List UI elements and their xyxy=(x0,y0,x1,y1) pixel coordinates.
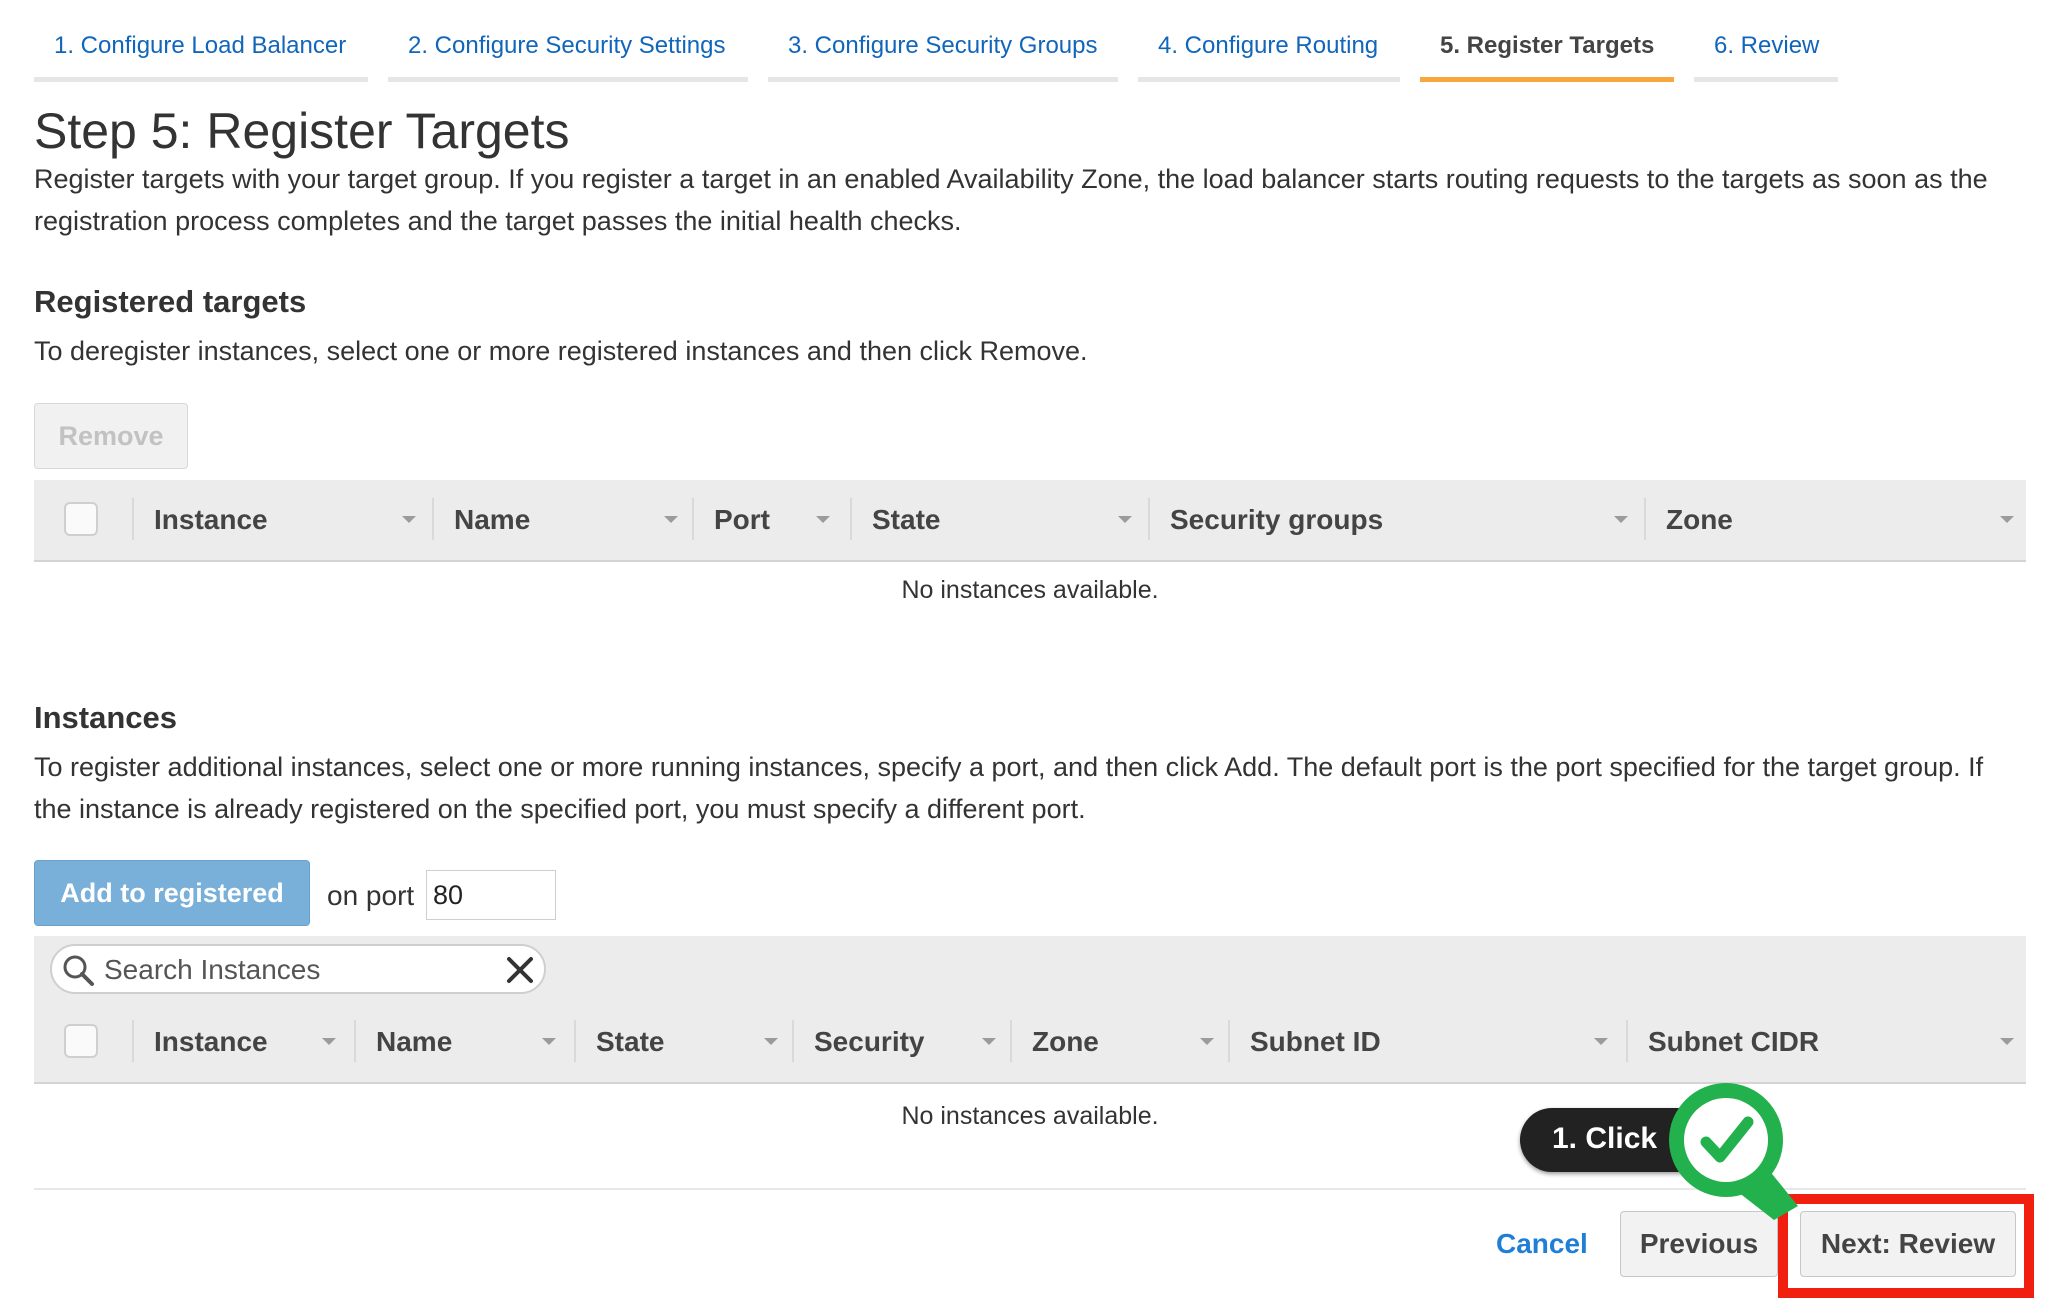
column-header-zone[interactable]: Zone xyxy=(1010,1002,1228,1084)
column-label: Zone xyxy=(1032,1026,1099,1057)
callout-label: 1. Click xyxy=(1552,1122,1658,1155)
tab-label: 4. Configure Routing xyxy=(1158,32,1379,59)
tab-label: 5. Register Targets xyxy=(1440,32,1655,59)
sort-caret-icon xyxy=(664,516,678,523)
column-label: Security xyxy=(814,1026,925,1057)
instances-table-header: Instance Name State Security Zone Subnet… xyxy=(34,1002,2026,1084)
tab-configure-security-groups[interactable]: 3. Configure Security Groups xyxy=(768,0,1118,82)
column-label: Subnet ID xyxy=(1250,1026,1381,1057)
tab-configure-security-settings[interactable]: 2. Configure Security Settings xyxy=(388,0,748,82)
sort-caret-icon xyxy=(542,1038,556,1045)
search-bar xyxy=(34,936,2026,1002)
sort-caret-icon xyxy=(2000,1038,2014,1045)
sort-caret-icon xyxy=(1594,1038,1608,1045)
column-header-name[interactable]: Name xyxy=(354,1002,574,1084)
column-header-state[interactable]: State xyxy=(850,480,1148,562)
sort-caret-icon xyxy=(764,1038,778,1045)
column-label: Subnet CIDR xyxy=(1648,1026,1820,1057)
column-header-name[interactable]: Name xyxy=(432,480,692,562)
column-header-instance[interactable]: Instance xyxy=(132,480,432,562)
column-header-security-groups[interactable]: Security groups xyxy=(1148,480,1644,562)
column-header-state[interactable]: State xyxy=(574,1002,792,1084)
column-label: State xyxy=(596,1026,665,1057)
column-label: Port xyxy=(714,504,770,535)
registered-targets-heading: Registered targets xyxy=(34,284,307,319)
column-header-port[interactable]: Port xyxy=(692,480,850,562)
page-title: Step 5: Register Targets xyxy=(34,103,570,159)
select-all-instances-checkbox[interactable] xyxy=(64,1024,98,1058)
column-label: State xyxy=(872,504,941,535)
sort-caret-icon xyxy=(1200,1038,1214,1045)
column-header-subnet-id[interactable]: Subnet ID xyxy=(1228,1002,1626,1084)
tab-label: 6. Review xyxy=(1714,32,1820,59)
tab-review[interactable]: 6. Review xyxy=(1694,0,1838,82)
page-description: Register targets with your target group.… xyxy=(34,164,1988,236)
search-input[interactable] xyxy=(102,952,486,988)
column-label: Instance xyxy=(154,1026,268,1057)
cancel-link[interactable]: Cancel xyxy=(1496,1228,1588,1260)
registered-empty-message: No instances available. xyxy=(901,576,1159,604)
tab-configure-load-balancer[interactable]: 1. Configure Load Balancer xyxy=(34,0,368,82)
tab-label: 2. Configure Security Settings xyxy=(408,32,726,59)
tab-label: 1. Configure Load Balancer xyxy=(54,32,347,59)
port-input[interactable] xyxy=(426,870,556,920)
sort-caret-icon xyxy=(982,1038,996,1045)
column-header-zone[interactable]: Zone xyxy=(1644,480,2026,562)
column-label: Name xyxy=(454,504,531,535)
tab-configure-routing[interactable]: 4. Configure Routing xyxy=(1138,0,1400,82)
on-port-label: on port xyxy=(327,880,415,911)
select-all-registered-checkbox[interactable] xyxy=(64,502,98,536)
tab-register-targets[interactable]: 5. Register Targets xyxy=(1420,0,1674,82)
sort-caret-icon xyxy=(1118,516,1132,523)
search-icon xyxy=(63,955,94,986)
sort-caret-icon xyxy=(402,516,416,523)
search-box[interactable] xyxy=(50,944,546,994)
column-label: Name xyxy=(376,1026,453,1057)
highlight-box xyxy=(1778,1194,2034,1298)
instances-heading: Instances xyxy=(34,700,178,735)
registered-targets-description: To deregister instances, select one or m… xyxy=(34,336,1088,366)
column-label: Security groups xyxy=(1170,504,1384,535)
sort-caret-icon xyxy=(322,1038,336,1045)
sort-caret-icon xyxy=(816,516,830,523)
column-label: Instance xyxy=(154,504,268,535)
remove-button[interactable]: Remove xyxy=(34,403,188,469)
column-header-security[interactable]: Security xyxy=(792,1002,1010,1084)
tab-label: 3. Configure Security Groups xyxy=(788,32,1098,59)
sort-caret-icon xyxy=(2000,516,2014,523)
add-to-registered-button[interactable]: Add to registered xyxy=(34,860,310,926)
column-header-instance[interactable]: Instance xyxy=(132,1002,354,1084)
clear-search-icon[interactable] xyxy=(506,956,534,984)
checkmark-badge-icon xyxy=(1669,1083,1798,1220)
instances-description: To register additional instances, select… xyxy=(34,752,1984,824)
registered-table-header: Instance Name Port State Security groups… xyxy=(34,480,2026,562)
sort-caret-icon xyxy=(1614,516,1628,523)
column-header-subnet-cidr[interactable]: Subnet CIDR xyxy=(1626,1002,2026,1084)
column-label: Zone xyxy=(1666,504,1733,535)
